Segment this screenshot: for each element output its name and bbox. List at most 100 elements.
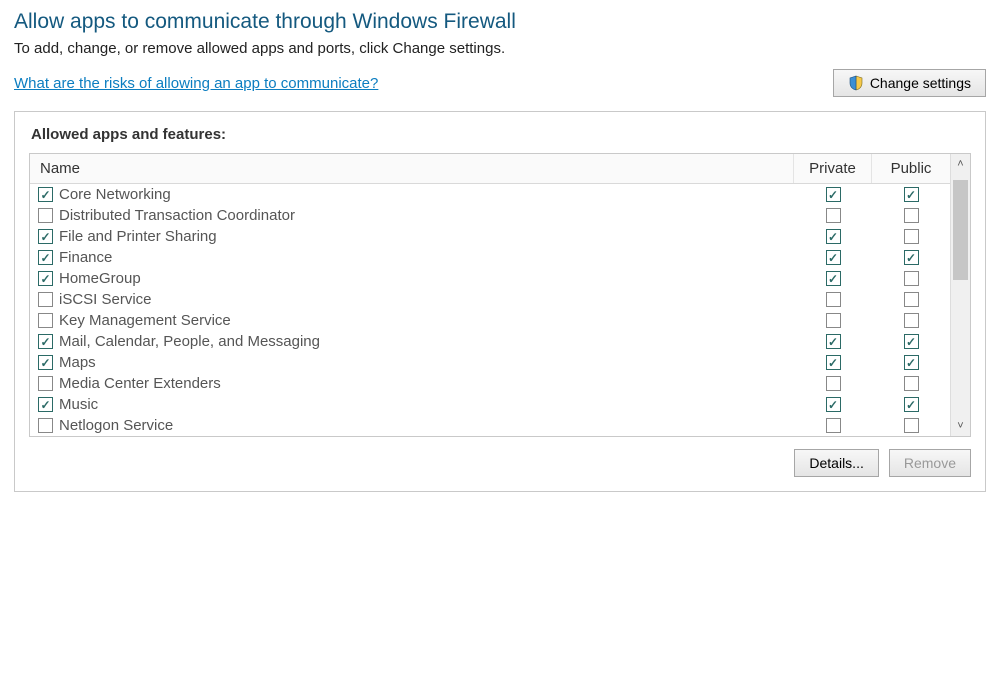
header-private[interactable]: Private [794, 154, 872, 183]
checkbox[interactable]: ✓ [826, 250, 841, 265]
checkbox[interactable]: ✓ [38, 355, 53, 370]
check-icon: ✓ [40, 336, 50, 348]
change-settings-label: Change settings [870, 75, 971, 91]
change-settings-button[interactable]: Change settings [833, 69, 986, 97]
checkbox[interactable]: ✓ [826, 334, 841, 349]
check-icon: ✓ [828, 231, 838, 243]
allowed-apps-panel: Allowed apps and features: Name Private … [14, 111, 986, 492]
checkbox[interactable]: ✓ [38, 229, 53, 244]
check-icon: ✓ [906, 399, 916, 411]
checkbox[interactable] [904, 229, 919, 244]
table-row[interactable]: ✓ Finance ✓ ✓ [30, 247, 950, 268]
checkbox[interactable]: ✓ [904, 250, 919, 265]
app-name: Core Networking [59, 186, 171, 203]
checkbox[interactable] [904, 376, 919, 391]
app-name: Music [59, 396, 98, 413]
check-icon: ✓ [906, 357, 916, 369]
check-icon: ✓ [828, 189, 838, 201]
table-row[interactable]: Media Center Extenders [30, 373, 950, 394]
checkbox[interactable] [826, 208, 841, 223]
check-icon: ✓ [828, 357, 838, 369]
checkbox[interactable] [904, 208, 919, 223]
app-name: Finance [59, 249, 112, 266]
table-row[interactable]: ✓ Mail, Calendar, People, and Messaging ✓ ✓ [30, 331, 950, 352]
checkbox[interactable] [826, 313, 841, 328]
app-name: Distributed Transaction Coordinator [59, 207, 295, 224]
checkbox[interactable]: ✓ [826, 355, 841, 370]
checkbox[interactable] [826, 376, 841, 391]
checkbox[interactable] [904, 271, 919, 286]
header-name[interactable]: Name [30, 154, 794, 183]
checkbox[interactable]: ✓ [38, 271, 53, 286]
checkbox[interactable]: ✓ [38, 250, 53, 265]
checkbox[interactable]: ✓ [904, 334, 919, 349]
checkbox[interactable]: ✓ [904, 355, 919, 370]
scroll-down-button[interactable]: ˅ [951, 416, 970, 436]
app-name: Mail, Calendar, People, and Messaging [59, 333, 320, 350]
panel-label: Allowed apps and features: [31, 126, 971, 143]
check-icon: ✓ [40, 189, 50, 201]
app-name: Netlogon Service [59, 417, 173, 434]
chevron-down-icon: ˅ [957, 420, 963, 432]
list-header: Name Private Public [30, 154, 950, 184]
checkbox[interactable]: ✓ [38, 187, 53, 202]
checkbox[interactable] [38, 208, 53, 223]
checkbox[interactable]: ✓ [904, 187, 919, 202]
page-title: Allow apps to communicate through Window… [14, 10, 986, 34]
table-row[interactable]: Key Management Service [30, 310, 950, 331]
checkbox[interactable] [904, 418, 919, 433]
check-icon: ✓ [906, 189, 916, 201]
check-icon: ✓ [40, 252, 50, 264]
checkbox[interactable] [38, 313, 53, 328]
risks-link[interactable]: What are the risks of allowing an app to… [14, 75, 378, 92]
details-button[interactable]: Details... [794, 449, 878, 477]
checkbox[interactable]: ✓ [38, 334, 53, 349]
scroll-thumb[interactable] [953, 180, 968, 280]
scrollbar[interactable]: ˄ ˅ [950, 154, 970, 436]
checkbox[interactable] [38, 418, 53, 433]
shield-icon [848, 75, 864, 91]
app-name: HomeGroup [59, 270, 141, 287]
check-icon: ✓ [828, 252, 838, 264]
scroll-up-button[interactable]: ˄ [951, 154, 970, 174]
table-row[interactable]: iSCSI Service [30, 289, 950, 310]
check-icon: ✓ [906, 336, 916, 348]
checkbox[interactable] [904, 313, 919, 328]
checkbox[interactable]: ✓ [826, 229, 841, 244]
check-icon: ✓ [40, 399, 50, 411]
page-subtitle: To add, change, or remove allowed apps a… [14, 40, 986, 57]
checkbox[interactable] [826, 292, 841, 307]
check-icon: ✓ [40, 231, 50, 243]
table-row[interactable]: ✓Maps✓✓ [30, 352, 950, 373]
chevron-up-icon: ˄ [957, 158, 963, 170]
check-icon: ✓ [828, 399, 838, 411]
checkbox[interactable]: ✓ [826, 397, 841, 412]
app-name: Key Management Service [59, 312, 231, 329]
checkbox[interactable] [904, 292, 919, 307]
table-row[interactable]: ✓ Core Networking ✓ ✓ [30, 184, 950, 205]
checkbox[interactable]: ✓ [826, 271, 841, 286]
checkbox[interactable] [38, 292, 53, 307]
check-icon: ✓ [828, 336, 838, 348]
table-row[interactable]: ✓ Music ✓ ✓ [30, 394, 950, 415]
check-icon: ✓ [40, 357, 50, 369]
check-icon: ✓ [906, 252, 916, 264]
scroll-track[interactable] [951, 174, 970, 416]
checkbox[interactable] [38, 376, 53, 391]
table-row[interactable]: ✓ File and Printer Sharing ✓ [30, 226, 950, 247]
checkbox[interactable]: ✓ [38, 397, 53, 412]
check-icon: ✓ [40, 273, 50, 285]
app-name: File and Printer Sharing [59, 228, 217, 245]
app-name: iSCSI Service [59, 291, 152, 308]
table-row[interactable]: Distributed Transaction Coordinator [30, 205, 950, 226]
check-icon: ✓ [828, 273, 838, 285]
checkbox[interactable]: ✓ [904, 397, 919, 412]
checkbox[interactable]: ✓ [826, 187, 841, 202]
table-row[interactable]: ✓ HomeGroup ✓ [30, 268, 950, 289]
header-public[interactable]: Public [872, 154, 950, 183]
remove-button[interactable]: Remove [889, 449, 971, 477]
apps-list: Name Private Public ✓ Core Networking ✓ ✓ Di… [29, 153, 971, 437]
app-name: Media Center Extenders [59, 375, 221, 392]
checkbox[interactable] [826, 418, 841, 433]
table-row[interactable]: Netlogon Service [30, 415, 950, 436]
